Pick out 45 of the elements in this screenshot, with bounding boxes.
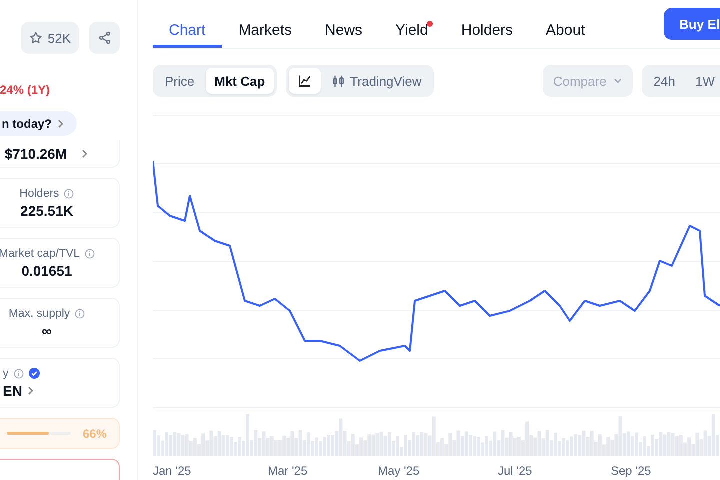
chevron-icon [81,148,90,158]
stat-label: Market cap/TVL [0,248,80,260]
info-icon[interactable] [14,368,24,378]
prompt-chip[interactable]: n today? [0,111,77,136]
axis-label: Jan '25 [153,464,192,478]
info-icon[interactable] [85,248,96,258]
tab[interactable]: News [309,22,379,48]
toggle-option[interactable]: Mkt Cap [206,68,274,94]
verified-icon [28,368,40,379]
toggle-option[interactable]: Price [156,68,204,94]
stat-value: 225.51K [20,202,74,218]
line-chart-button[interactable] [289,68,322,94]
stat-value: $710.26M [4,146,68,162]
progress-reading: 66% [82,426,107,440]
stat-label: y [3,368,9,380]
range-option[interactable]: 24h [644,68,684,94]
share-button[interactable] [89,22,120,54]
info-icon[interactable] [64,188,74,198]
tab[interactable]: Markets [222,22,308,48]
axis-label: Mar '25 [268,464,308,478]
tab[interactable]: About [530,22,602,48]
stat-label: Max. supply [8,308,70,320]
tab[interactable]: Chart [153,22,222,48]
stat-label: Holders [20,188,60,200]
caret-icon [612,76,623,86]
stat-value: 0.01651 [22,262,72,278]
range-option[interactable]: 1W [686,68,720,94]
info-icon[interactable] [75,308,86,318]
buy-button[interactable]: Buy El [664,8,720,40]
axis-label: May '25 [378,464,420,478]
chevron-icon [27,386,36,396]
watchlist-button[interactable]: 52K [20,22,79,54]
candlestick-icon [332,74,346,88]
stat-value: EN [3,382,22,398]
stat-card[interactable]: $710.26M [0,140,120,168]
line-chart-icon [298,74,312,88]
axis-label: Jul '25 [498,464,532,478]
star-icon [28,31,43,45]
share-icon [98,31,112,45]
tab[interactable]: Holders [445,22,530,48]
axis-label: Sep '25 [611,464,652,478]
chevron-icon [57,118,65,128]
tab[interactable]: Yield [380,22,444,48]
price-change: 24% (1Y) [0,83,52,99]
stat-value: ∞ [42,322,52,338]
